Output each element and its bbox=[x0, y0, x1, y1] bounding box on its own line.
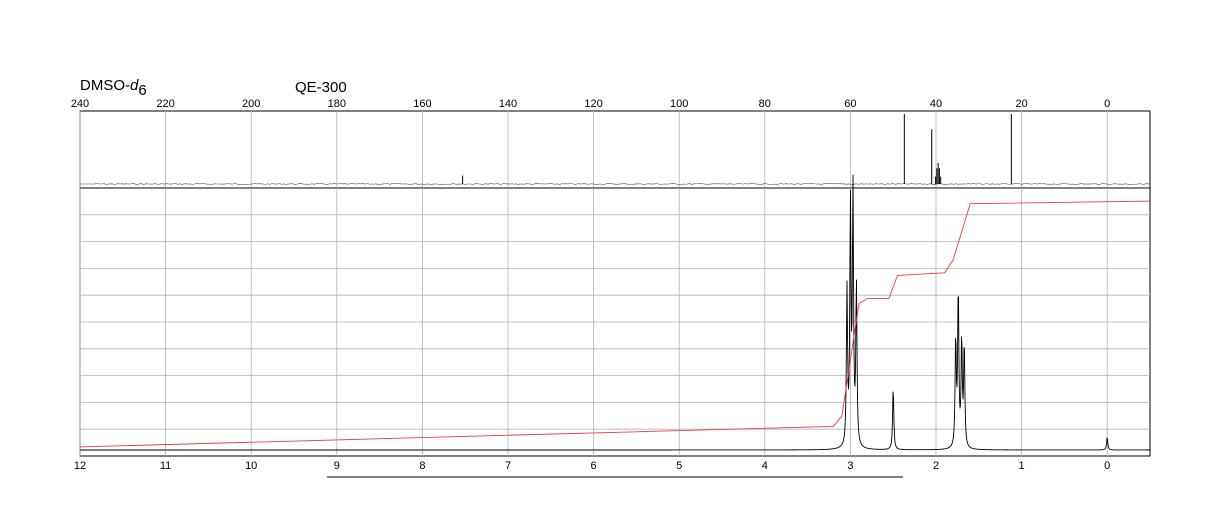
c13-tick-label: 240 bbox=[71, 98, 89, 110]
h1-tick-label: 0 bbox=[1104, 460, 1110, 472]
h1-tick-label: 7 bbox=[505, 460, 511, 472]
c13-tick-label: 220 bbox=[156, 98, 174, 110]
h1-tick-label: 2 bbox=[933, 460, 939, 472]
c13-tick-label: 120 bbox=[584, 98, 602, 110]
h1-tick-label: 9 bbox=[334, 460, 340, 472]
h1-integral-curve bbox=[79, 200, 1151, 448]
c13-spectrum-panel: 240 220 200 180 160 140 120 100 80 60 40 20 0 bbox=[71, 98, 1151, 189]
c13-tick-label: 160 bbox=[413, 98, 431, 110]
c13-plot-frame bbox=[79, 110, 1151, 189]
c13-tick-label: 100 bbox=[670, 98, 688, 110]
c13-tick-label: 140 bbox=[499, 98, 517, 110]
h1-tick-label: 4 bbox=[762, 460, 768, 472]
h1-tick-label: 6 bbox=[591, 460, 597, 472]
h1-tick-label: 10 bbox=[245, 460, 257, 472]
h1-tick-label: 12 bbox=[74, 460, 86, 472]
c13-tick-label: 0 bbox=[1104, 98, 1110, 110]
h1-tick-label: 3 bbox=[847, 460, 853, 472]
c13-tick-label: 180 bbox=[328, 98, 346, 110]
h1-tick-label: 11 bbox=[160, 460, 171, 472]
h1-spectrum-trace bbox=[80, 174, 1150, 451]
h1-spectrum-panel: 12 11 10 9 8 7 6 5 4 3 2 1 0 bbox=[74, 174, 1151, 472]
h1-tick-label: 1 bbox=[1019, 460, 1025, 472]
c13-tick-label: 40 bbox=[930, 98, 942, 110]
c13-tick-label: 80 bbox=[759, 98, 771, 110]
nmr-spectrum-chart: 240 220 200 180 160 140 120 100 80 60 40 20 0 12 11 10… bbox=[71, 98, 1151, 478]
c13-baseline-trace bbox=[79, 183, 1151, 185]
h1-tick-label: 5 bbox=[676, 460, 682, 472]
h1-tick-label: 8 bbox=[419, 460, 425, 472]
c13-tick-label: 200 bbox=[242, 98, 260, 110]
c13-tick-label: 60 bbox=[844, 98, 856, 110]
c13-tick-label: 20 bbox=[1015, 98, 1027, 110]
